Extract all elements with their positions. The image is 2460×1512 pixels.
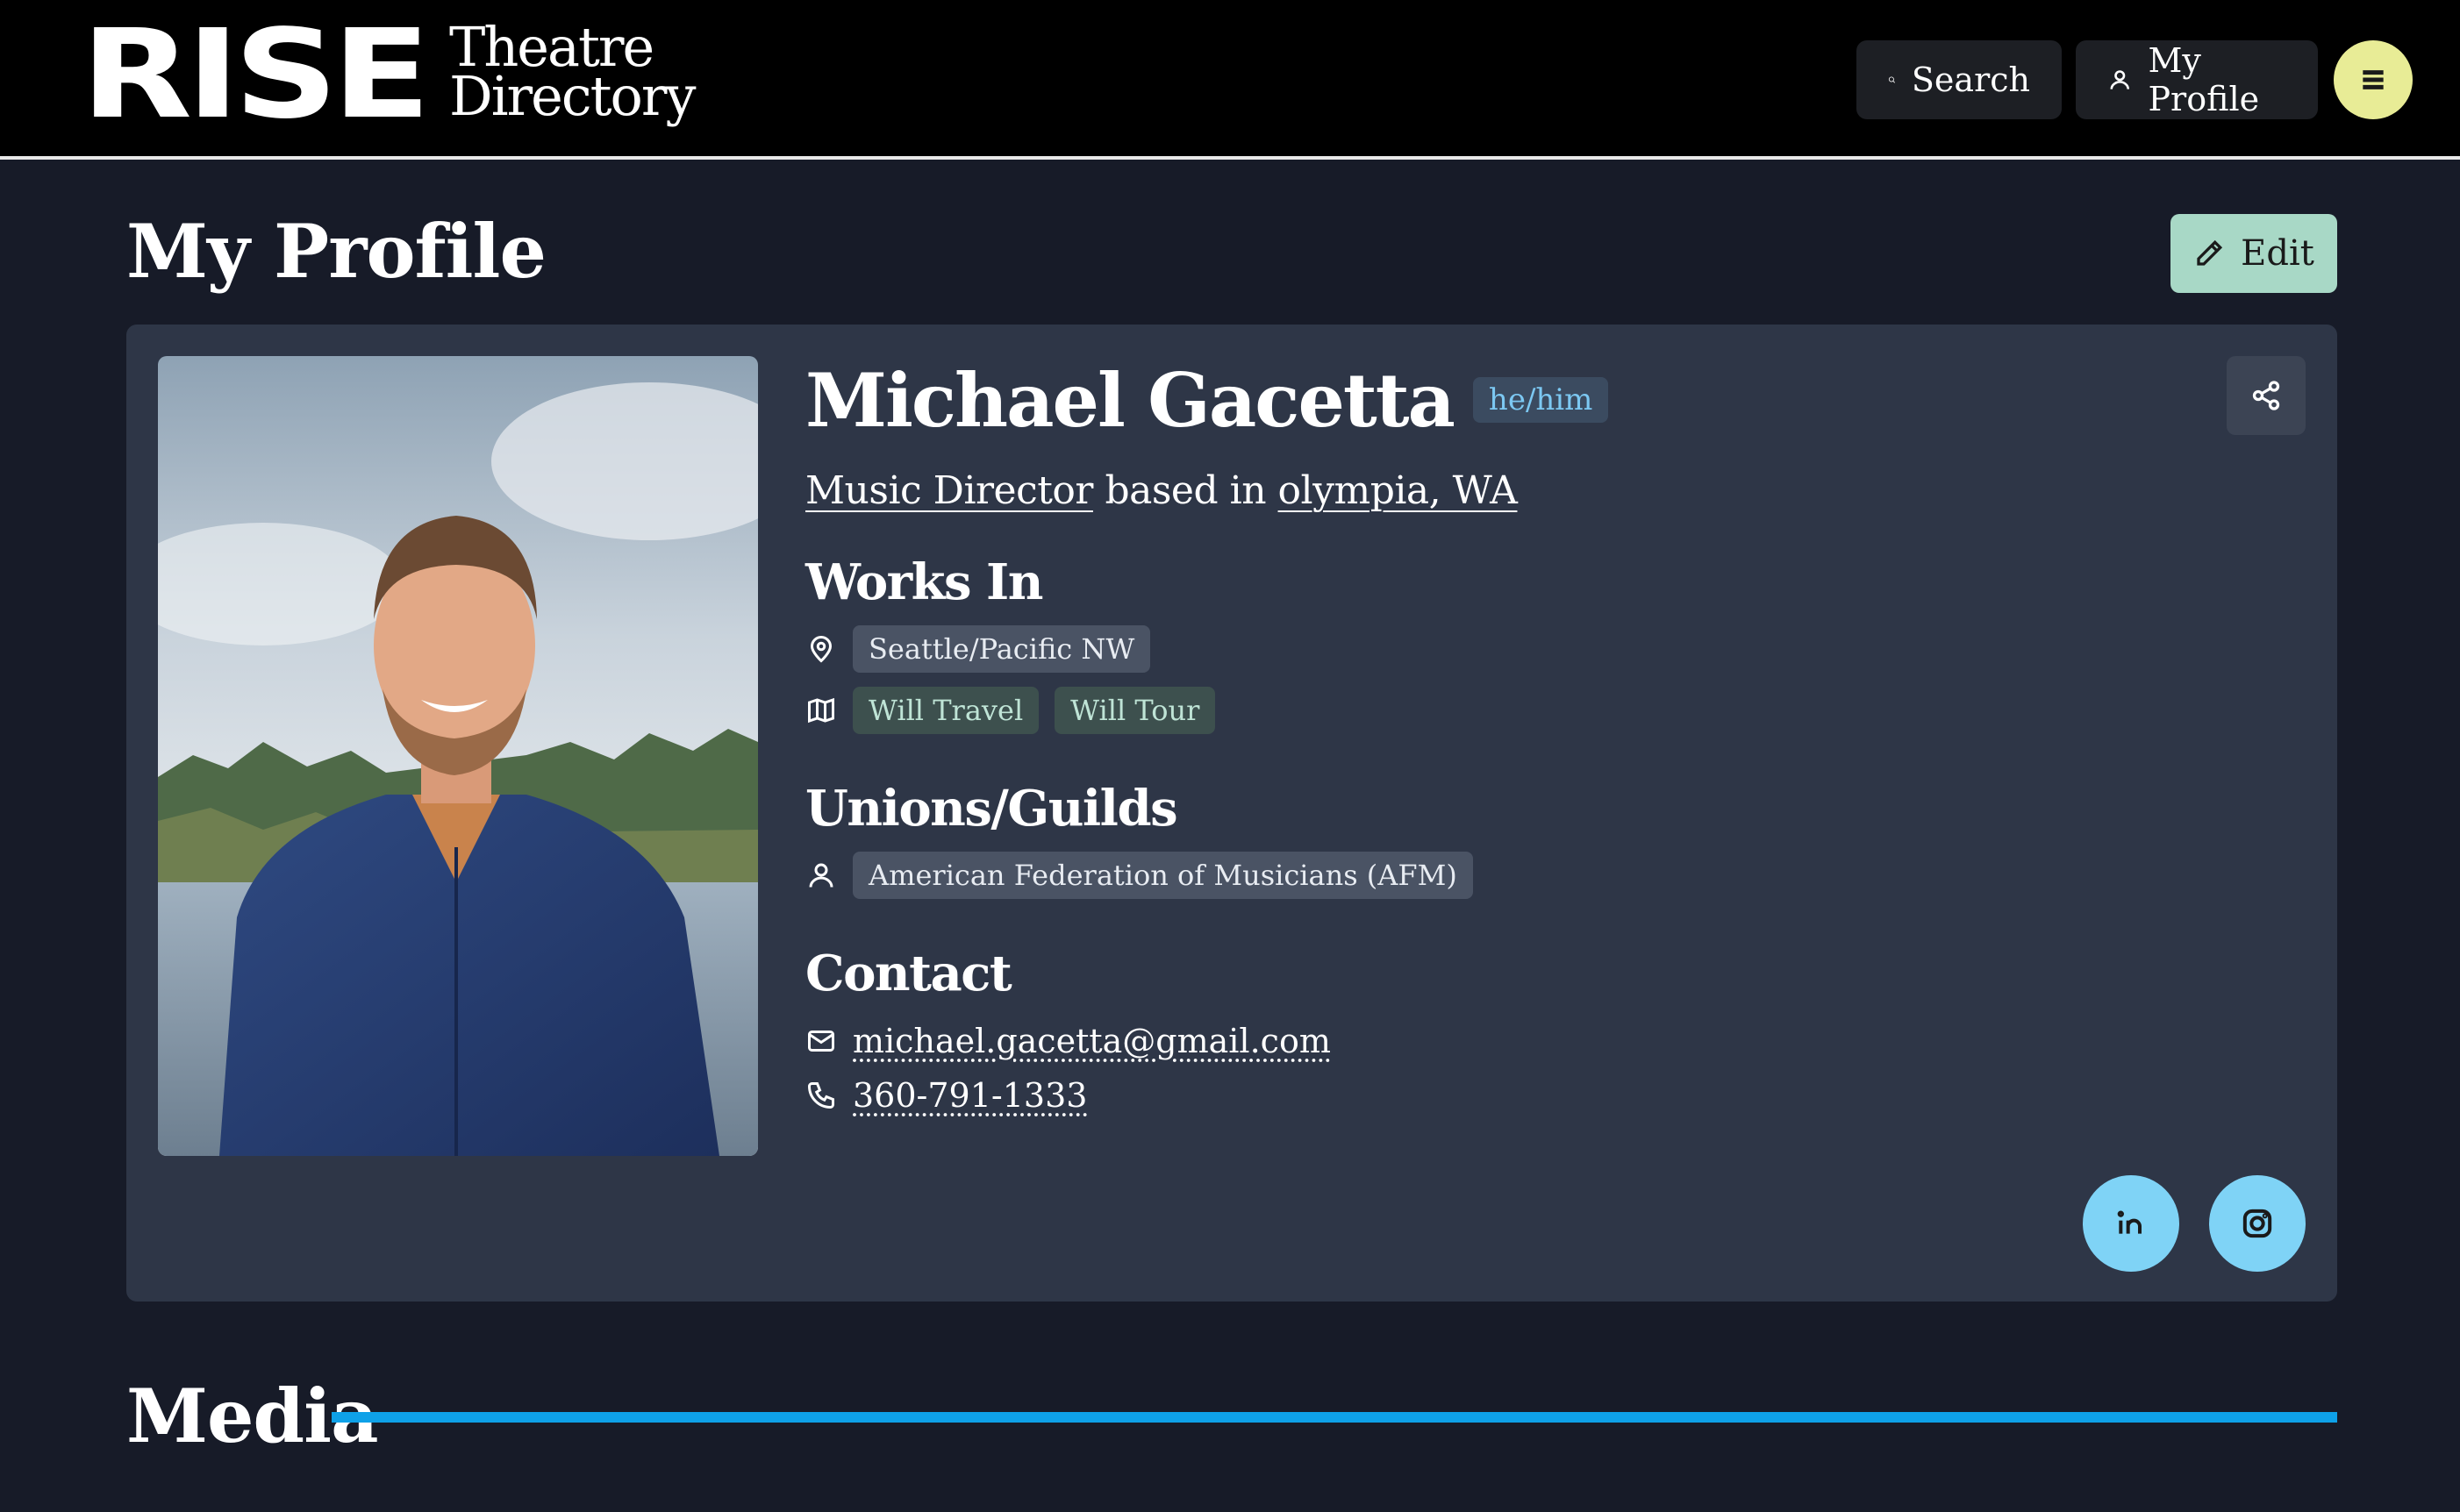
user-icon <box>809 863 833 888</box>
profile-info: Michael Gacetta he/him Music Director ba… <box>805 356 2121 1115</box>
share-icon <box>2252 381 2280 410</box>
based-in-text: based in <box>1105 468 1267 513</box>
instagram-icon <box>2242 1209 2272 1238</box>
unions-row: American Federation of Musicians (AFM) <box>805 852 2121 899</box>
logo-wordmark: RISE <box>81 4 431 146</box>
will-tour-chip: Will Tour <box>1055 687 1216 734</box>
works-in-region-row: Seattle/Pacific NW <box>805 625 2121 673</box>
region-chip: Seattle/Pacific NW <box>853 625 1151 673</box>
menu-button[interactable] <box>2334 40 2413 119</box>
works-in-travel-row: Will Travel Will Tour <box>805 687 2121 734</box>
search-button-label: Search <box>1911 61 2030 99</box>
works-in-heading: Works In <box>805 553 1043 611</box>
map-pin-icon <box>810 636 833 663</box>
top-navigation-bar: RISE Theatre Directory Search My Profile <box>0 0 2460 160</box>
map-icon <box>808 697 834 724</box>
my-profile-button[interactable]: My Profile <box>2076 40 2318 119</box>
my-profile-button-label: My Profile <box>2148 41 2260 118</box>
name-row: Michael Gacetta he/him <box>805 356 2121 444</box>
phone-icon <box>807 1082 834 1109</box>
role-location-line: Music Director based in olympia, WA <box>805 468 2121 513</box>
user-icon <box>2110 70 2130 89</box>
hamburger-menu-icon <box>2363 70 2384 89</box>
profile-photo <box>158 356 758 1156</box>
search-icon <box>1888 76 1896 83</box>
page-title: My Profile <box>126 208 547 295</box>
profile-photo-image <box>158 356 758 1156</box>
media-divider <box>332 1412 2337 1423</box>
pronouns-badge: he/him <box>1472 377 1609 423</box>
share-button[interactable] <box>2227 356 2306 435</box>
location-link[interactable]: olympia, WA <box>1278 468 1518 513</box>
email-row: michael.gacetta@gmail.com <box>805 1022 2121 1060</box>
pencil-icon <box>2197 239 2223 266</box>
mail-icon <box>808 1031 834 1052</box>
rise-logo[interactable]: RISE Theatre Directory <box>81 4 696 146</box>
edit-profile-button[interactable]: Edit <box>2170 214 2337 293</box>
email-link[interactable]: michael.gacetta@gmail.com <box>853 1022 1331 1060</box>
instagram-button[interactable] <box>2209 1175 2306 1272</box>
union-chip: American Federation of Musicians (AFM) <box>853 852 1473 899</box>
profile-name: Michael Gacetta <box>805 356 1455 444</box>
phone-link[interactable]: 360-791-1333 <box>853 1076 1087 1115</box>
linkedin-button[interactable] <box>2083 1175 2179 1272</box>
linkedin-icon <box>2117 1210 2142 1234</box>
contact-heading: Contact <box>805 945 1012 1002</box>
phone-row: 360-791-1333 <box>805 1076 2121 1115</box>
edit-button-label: Edit <box>2241 233 2314 274</box>
role-link[interactable]: Music Director <box>805 468 1093 513</box>
search-button[interactable]: Search <box>1856 40 2062 119</box>
unions-heading: Unions/Guilds <box>805 780 1178 838</box>
profile-card: Michael Gacetta he/him Music Director ba… <box>126 325 2337 1302</box>
will-travel-chip: Will Travel <box>853 687 1040 734</box>
